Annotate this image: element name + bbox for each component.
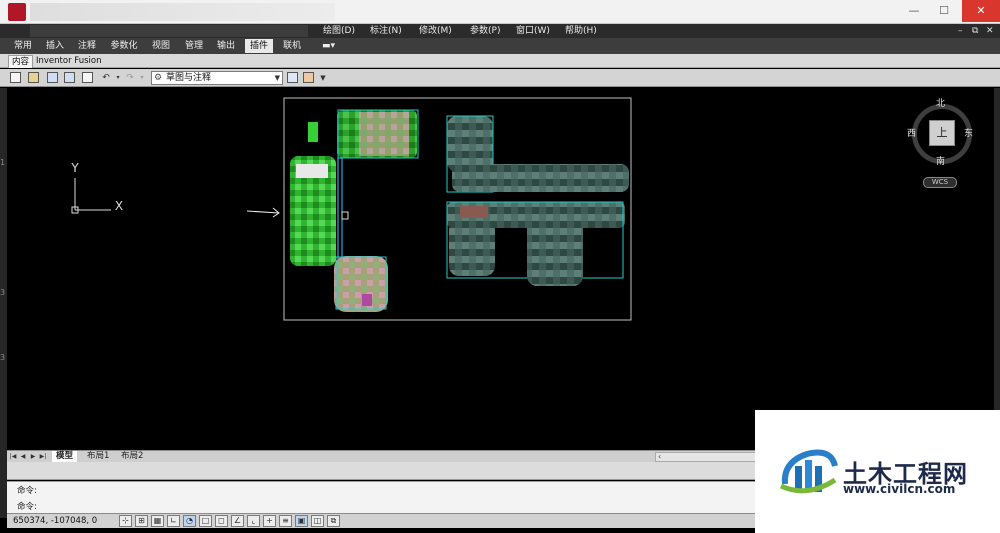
layout-tab-layout1[interactable]: 布局1 <box>83 451 113 462</box>
toolbar-dropdown-icon[interactable]: ▼ <box>317 72 329 84</box>
ucs-icon: Y X <box>70 161 123 214</box>
new-file-icon[interactable] <box>10 72 21 83</box>
menu-help[interactable]: 帮助(H) <box>565 24 597 38</box>
horizontal-scrollbar[interactable]: ‹ <box>655 452 767 462</box>
wcs-menu[interactable]: WCS <box>923 177 957 188</box>
undo-dropdown-icon[interactable]: ▾ <box>112 72 124 84</box>
selection-cycling-icon[interactable]: ⧉ <box>327 515 340 527</box>
title-text-blurred <box>30 3 335 21</box>
tab-insert[interactable]: 插入 <box>42 39 68 53</box>
doc-minimize-button[interactable]: – <box>958 24 963 38</box>
print-icon[interactable] <box>82 72 93 83</box>
close-button[interactable]: ✕ <box>962 0 1000 22</box>
open-file-icon[interactable] <box>28 72 39 83</box>
properties-icon[interactable] <box>303 72 314 83</box>
next-tab-icon[interactable]: ▶ <box>29 452 37 461</box>
tab-output[interactable]: 输出 <box>213 39 239 53</box>
transparency-icon[interactable]: ▣ <box>295 515 308 527</box>
quick-properties-icon[interactable]: ◫ <box>311 515 324 527</box>
ribbon-extra-icon[interactable]: ▬▾ <box>322 40 344 52</box>
layout-tab-layout2[interactable]: 布局2 <box>117 451 147 462</box>
panel-tab-bar: 内容 Inventor Fusion <box>0 54 1000 68</box>
chevron-down-icon: ▼ <box>274 74 280 82</box>
menu-window[interactable]: 窗口(W) <box>516 24 550 38</box>
infer-constraints-icon[interactable]: ⊹ <box>119 515 132 527</box>
gear-icon: ⚙ <box>154 73 163 83</box>
menu-items-blurred <box>30 25 308 37</box>
compass-west[interactable]: 西 <box>907 126 916 139</box>
menu-bar: 绘图(D) 标注(N) 修改(M) 参数(P) 窗口(W) 帮助(H) – ⧉ ✕ <box>0 24 1000 38</box>
menu-params[interactable]: 参数(P) <box>470 24 500 38</box>
pointer-arrow <box>246 207 280 218</box>
object-snap-tracking-icon[interactable]: ∠ <box>231 515 244 527</box>
panel-tab-content[interactable]: 内容 <box>8 55 34 68</box>
menu-modify[interactable]: 修改(M) <box>419 24 452 38</box>
app-logo-icon[interactable] <box>8 3 26 21</box>
first-tab-icon[interactable]: |◀ <box>9 452 17 461</box>
workspace-value: 草图与注释 <box>166 73 212 83</box>
scroll-left-icon[interactable]: ‹ <box>658 452 661 461</box>
compass-south[interactable]: 南 <box>936 154 945 167</box>
doc-restore-button[interactable]: ⧉ <box>972 24 978 38</box>
right-edge-strip <box>994 88 1000 450</box>
3d-osnap-icon[interactable]: ◻ <box>215 515 228 527</box>
object-snap-icon[interactable]: □ <box>199 515 212 527</box>
lineweight-icon[interactable]: ≡ <box>279 515 292 527</box>
quick-access-toolbar: ↶ ▾ ↷ ▾ ⚙ 草图与注释 ▼ ▼ <box>0 69 1000 87</box>
site-watermark: 土木工程网 www.civilcn.com <box>755 410 1000 533</box>
redo-dropdown-icon[interactable]: ▾ <box>136 72 148 84</box>
grid-display-icon[interactable]: ▦ <box>151 515 164 527</box>
dynamic-ucs-icon[interactable]: ⌞ <box>247 515 260 527</box>
cursor-coordinates: 650374, -107048, 0 <box>13 516 98 526</box>
compass-east[interactable]: 东 <box>964 126 973 139</box>
watermark-logo <box>779 449 838 494</box>
undo-icon[interactable]: ↶ <box>100 72 112 84</box>
command-splitter[interactable] <box>7 462 755 480</box>
doc-close-button[interactable]: ✕ <box>986 24 994 38</box>
layer-icon[interactable] <box>287 72 298 83</box>
menu-dimension[interactable]: 标注(N) <box>370 24 402 38</box>
panel-tab-inventor-fusion[interactable]: Inventor Fusion <box>33 55 104 68</box>
title-bar: — ☐ ✕ <box>0 0 1000 24</box>
tab-online[interactable]: 联机 <box>279 39 305 53</box>
save-as-icon[interactable] <box>64 72 75 83</box>
command-prompt[interactable]: 命令: <box>17 500 37 512</box>
tab-plugins[interactable]: 插件 <box>245 39 273 53</box>
command-history: 命令: <box>17 486 37 496</box>
layout-tab-bar: |◀ ◀ ▶ ▶| 模型 布局1 布局2 ‹ <box>7 450 767 462</box>
drawing-svg: Y X <box>70 97 632 321</box>
ortho-mode-icon[interactable]: ∟ <box>167 515 180 527</box>
drawing-block-left <box>290 109 419 312</box>
drawing-block-right <box>446 115 629 286</box>
workspace-select[interactable]: ⚙ 草图与注释 ▼ <box>151 71 283 85</box>
left-edge-strip: 1 3 3 <box>0 88 7 518</box>
compass-north[interactable]: 北 <box>936 96 945 109</box>
status-bar: 650374, -107048, 0 ⊹ ⊞ ▦ ∟ ◔ □ ◻ ∠ ⌞ + ≡… <box>7 513 755 528</box>
tab-parametric[interactable]: 参数化 <box>106 39 142 53</box>
redo-icon[interactable]: ↷ <box>124 72 136 84</box>
ucs-y-label: Y <box>70 161 79 175</box>
viewcube[interactable]: 上 北 南 东 西 WCS <box>900 96 984 192</box>
ucs-x-label: X <box>115 199 123 213</box>
last-tab-icon[interactable]: ▶| <box>39 452 47 461</box>
maximize-button[interactable]: ☐ <box>928 0 960 22</box>
watermark-url: www.civilcn.com <box>843 482 956 496</box>
drawing-canvas[interactable]: Y X <box>7 88 994 450</box>
command-window[interactable]: 命令: 命令: <box>7 481 755 513</box>
menu-draw[interactable]: 绘图(D) <box>323 24 355 38</box>
tab-annotate[interactable]: 注释 <box>74 39 100 53</box>
save-icon[interactable] <box>47 72 58 83</box>
snap-mode-icon[interactable]: ⊞ <box>135 515 148 527</box>
layout-tab-model[interactable]: 模型 <box>52 451 78 462</box>
tab-view[interactable]: 视图 <box>148 39 174 53</box>
minimize-button[interactable]: — <box>898 0 930 22</box>
ribbon-tabs: 常用 插入 注释 参数化 视图 管理 输出 插件 联机 ▬▾ <box>0 38 1000 54</box>
polar-tracking-icon[interactable]: ◔ <box>183 515 196 527</box>
tab-manage[interactable]: 管理 <box>180 39 208 53</box>
dynamic-input-icon[interactable]: + <box>263 515 276 527</box>
tab-home[interactable]: 常用 <box>10 39 36 53</box>
viewcube-top-face[interactable]: 上 <box>929 120 955 146</box>
prev-tab-icon[interactable]: ◀ <box>19 452 27 461</box>
